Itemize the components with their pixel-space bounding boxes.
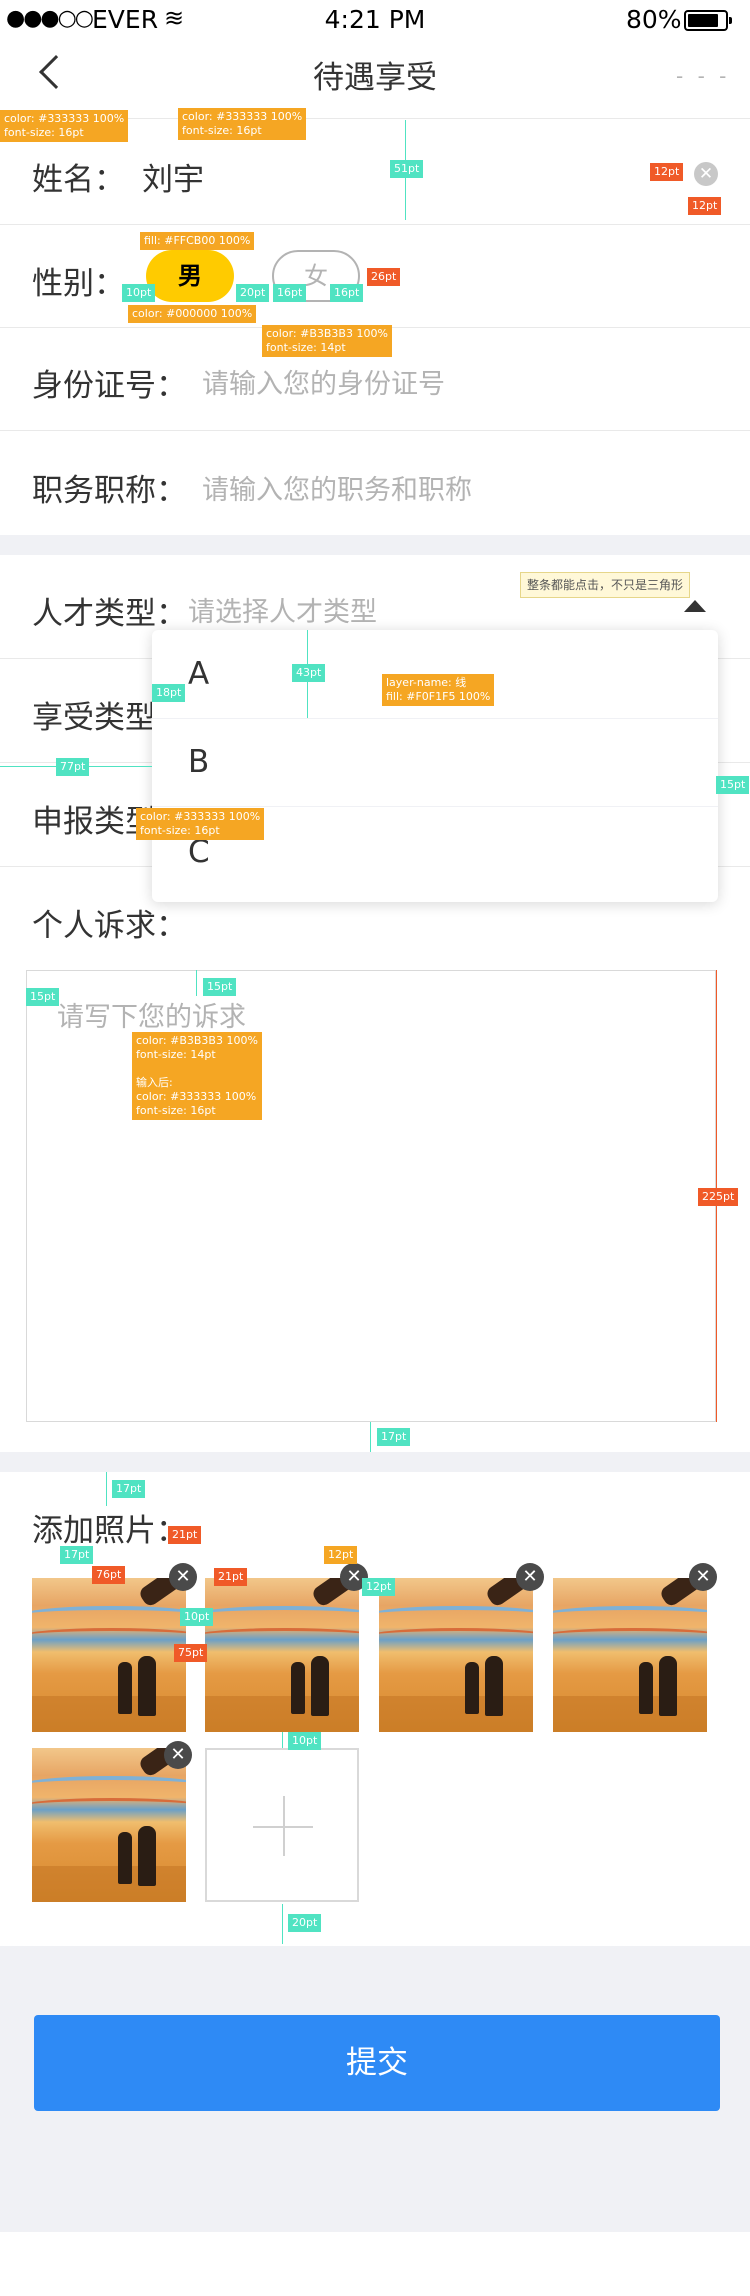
dimension-label: 20pt — [288, 1914, 322, 1932]
delete-photo-icon[interactable]: ✕ — [169, 1563, 197, 1591]
clear-icon[interactable]: ✕ — [694, 162, 718, 186]
battery-percent: 80% — [626, 5, 682, 34]
photo-thumbnail[interactable] — [32, 1578, 186, 1732]
annotation-label: color: #000000 100% — [128, 305, 257, 323]
dimension-label: 77pt — [56, 758, 90, 776]
id-card-input[interactable]: 请输入您的身份证号 — [202, 362, 445, 401]
dimension-label: 16pt — [330, 284, 364, 302]
annotation-label: color: #333333 100% font-size: 16pt — [0, 110, 129, 142]
section-gap — [0, 1452, 750, 1472]
add-photo-button[interactable] — [205, 1748, 359, 1902]
appeal-label: 个人诉求： — [32, 908, 187, 944]
dimension-label: 43pt — [292, 664, 326, 682]
photo-thumbnail[interactable] — [379, 1578, 533, 1732]
dimension-label: 51pt — [390, 160, 424, 178]
dimension-label: 12pt — [688, 197, 722, 215]
dimension-label: 26pt — [367, 268, 401, 286]
measure-line — [196, 970, 197, 996]
annotation-label: color: #333333 100% font-size: 16pt — [178, 108, 307, 140]
dimension-label: 12pt — [362, 1578, 396, 1596]
dimension-label: 225pt — [698, 1188, 739, 1206]
row-divider — [0, 224, 750, 225]
photo-thumbnail[interactable] — [205, 1578, 359, 1732]
photos-label: 添加照片： — [32, 1513, 187, 1549]
gender-label: 性别： — [32, 266, 125, 302]
photo-thumbnail[interactable] — [32, 1748, 186, 1902]
dimension-label: 21pt — [214, 1568, 248, 1586]
delete-photo-icon[interactable]: ✕ — [164, 1741, 192, 1769]
dropdown-triangle-icon[interactable] — [684, 600, 706, 612]
dimension-label: 12pt — [650, 163, 684, 181]
dimension-label: 15pt — [26, 988, 60, 1006]
dropdown-option-b[interactable]: B — [152, 718, 718, 806]
delete-photo-icon[interactable]: ✕ — [516, 1563, 544, 1591]
name-input[interactable]: 刘宇 — [142, 154, 204, 199]
dimension-label: 20pt — [236, 284, 270, 302]
dimension-label: 16pt — [273, 284, 307, 302]
dimension-label: 15pt — [203, 978, 237, 996]
dimension-label: 10pt — [122, 284, 156, 302]
id-card-label: 身份证号： — [32, 368, 187, 404]
annotation-tip: 整条都能点击，不只是三角形 — [520, 572, 691, 598]
measure-line — [370, 1422, 371, 1452]
photo-thumbnail[interactable] — [553, 1578, 707, 1732]
job-title-label: 职务职称： — [32, 473, 187, 509]
measure-line — [282, 1732, 283, 1748]
talent-type-label: 人才类型： — [32, 596, 187, 632]
dimension-label: 12pt — [324, 1546, 358, 1564]
appeal-placeholder: 请写下您的诉求 — [57, 1002, 246, 1033]
name-label: 姓名： — [32, 162, 125, 198]
dimension-label: 15pt — [716, 776, 750, 794]
appeal-textarea[interactable]: 请写下您的诉求 — [26, 970, 716, 1422]
section-gap — [0, 535, 750, 555]
dropdown-divider — [152, 806, 718, 807]
dimension-label: 17pt — [112, 1480, 146, 1498]
page-title: 待遇享受 — [313, 60, 437, 96]
annotation-label: color: #B3B3B3 100% font-size: 14pt — [262, 325, 392, 357]
annotation-label: layer-name: 线 fill: #F0F1F5 100% — [382, 674, 495, 706]
dimension-label: 18pt — [152, 684, 186, 702]
measure-line — [106, 1472, 107, 1506]
annotation-label: fill: #FFCB00 100% — [140, 232, 255, 250]
measure-line — [282, 1904, 283, 1944]
annotation-label: color: #333333 100% font-size: 16pt — [136, 808, 265, 840]
enjoy-type-label: 享受类型 — [32, 700, 156, 736]
plus-icon — [283, 1796, 285, 1856]
delete-photo-icon[interactable]: ✕ — [689, 1563, 717, 1591]
battery-icon — [684, 10, 732, 31]
job-title-input[interactable]: 请输入您的职务和职称 — [202, 468, 472, 507]
dimension-label: 10pt — [288, 1732, 322, 1750]
submit-button[interactable]: 提交 — [34, 2015, 720, 2111]
dimension-label: 17pt — [60, 1546, 94, 1564]
dimension-label: 76pt — [92, 1566, 126, 1584]
annotation-label: color: #B3B3B3 100% font-size: 14pt 输入后:… — [132, 1032, 262, 1120]
more-menu-icon[interactable]: - - - — [676, 64, 730, 88]
talent-type-select[interactable]: 请选择人才类型 — [188, 590, 377, 629]
row-divider — [0, 430, 750, 431]
dimension-label: 10pt — [180, 1608, 214, 1626]
dimension-label: 17pt — [377, 1428, 411, 1446]
dimension-label: 75pt — [174, 1644, 208, 1662]
status-bar: ●●●○○ EVER ≋ 4:21 PM 80% — [0, 0, 750, 40]
dimension-label: 21pt — [168, 1526, 202, 1544]
gender-male-button[interactable]: 男 — [146, 250, 234, 302]
talent-type-dropdown: A B C — [152, 630, 718, 902]
